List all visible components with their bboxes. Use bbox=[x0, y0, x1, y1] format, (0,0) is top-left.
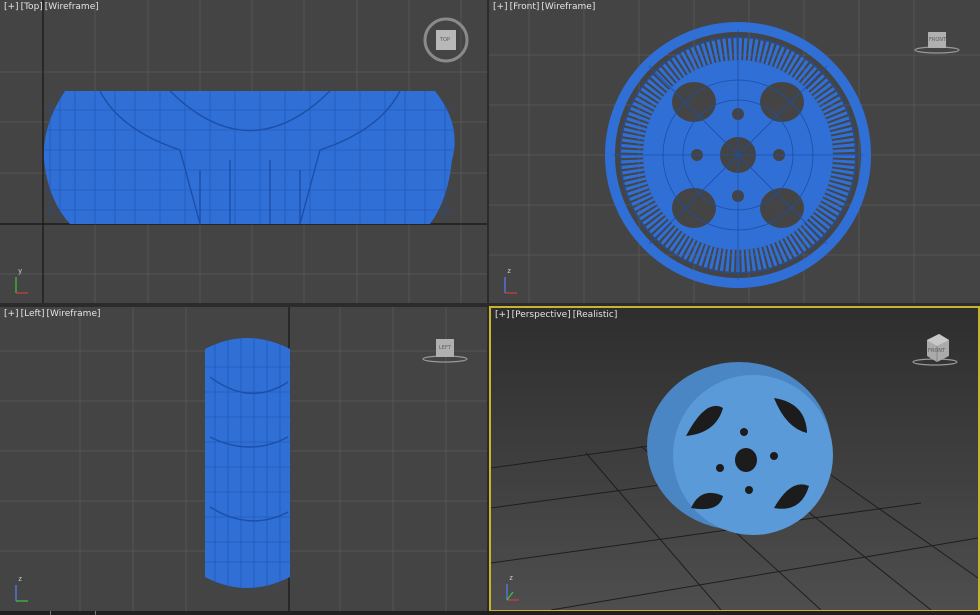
viewport-menu-button[interactable]: [+] bbox=[4, 309, 19, 319]
viewport-label-perspective[interactable]: [+] [Perspective] [Realistic] bbox=[495, 310, 619, 320]
axis-letter-z: z bbox=[509, 574, 514, 582]
viewport-menu-button[interactable]: [+] bbox=[495, 310, 510, 320]
wheel-wireframe-left[interactable] bbox=[205, 335, 290, 592]
viewport-shading-label[interactable]: [Realistic] bbox=[573, 310, 618, 320]
axis-letter-z: z bbox=[507, 267, 512, 275]
wheel-wireframe-top[interactable] bbox=[43, 90, 455, 225]
viewport-top[interactable]: [+] [Top] [Wireframe] TOP y bbox=[0, 0, 487, 303]
axis-letter-y: y bbox=[18, 267, 23, 275]
viewport-menu-button[interactable]: [+] bbox=[4, 2, 19, 12]
axis-letter-z: z bbox=[18, 575, 23, 583]
perspective-scene[interactable] bbox=[491, 308, 978, 610]
top-scene[interactable] bbox=[0, 0, 487, 303]
viewcube-label: LEFT bbox=[439, 345, 451, 351]
viewport-view-label[interactable]: [Perspective] bbox=[512, 310, 571, 320]
viewport-perspective[interactable]: [+] [Perspective] [Realistic] FRONT z bbox=[489, 306, 980, 612]
viewcube-label: TOP bbox=[440, 37, 451, 43]
viewport-front[interactable]: [+] [Front] [Wireframe] FRONT z bbox=[489, 0, 980, 303]
viewport-shading-label[interactable]: [Wireframe] bbox=[541, 2, 595, 12]
left-scene[interactable] bbox=[0, 307, 487, 611]
bottom-tick bbox=[50, 611, 51, 615]
wheel-solid-model[interactable] bbox=[647, 362, 833, 535]
viewport-shading-label[interactable]: [Wireframe] bbox=[47, 309, 101, 319]
viewcube-icon[interactable]: FRONT bbox=[914, 26, 960, 56]
wheel-wireframe-front[interactable] bbox=[605, 22, 871, 288]
viewport-shading-label[interactable]: [Wireframe] bbox=[45, 2, 99, 12]
viewcube-label: FRONT bbox=[929, 37, 947, 43]
viewport-bottom-bar bbox=[0, 611, 980, 615]
bottom-tick bbox=[95, 611, 96, 615]
viewport-label-front[interactable]: [+] [Front] [Wireframe] bbox=[493, 2, 597, 12]
viewport-label-left[interactable]: [+] [Left] [Wireframe] bbox=[4, 309, 103, 319]
viewport-label-top[interactable]: [+] [Top] [Wireframe] bbox=[4, 2, 101, 12]
front-scene[interactable] bbox=[489, 0, 980, 303]
viewport-view-label[interactable]: [Left] bbox=[21, 309, 45, 319]
viewport-view-label[interactable]: [Front] bbox=[510, 2, 540, 12]
viewport-left[interactable]: [+] [Left] [Wireframe] LEFT z bbox=[0, 307, 487, 611]
viewcube-icon[interactable]: TOP bbox=[422, 16, 470, 64]
viewcube-icon[interactable]: LEFT bbox=[422, 335, 468, 365]
viewcube-label: FRONT bbox=[928, 348, 946, 354]
viewcube-icon[interactable]: FRONT bbox=[911, 330, 959, 368]
viewport-menu-button[interactable]: [+] bbox=[493, 2, 508, 12]
viewport-view-label[interactable]: [Top] bbox=[21, 2, 43, 12]
